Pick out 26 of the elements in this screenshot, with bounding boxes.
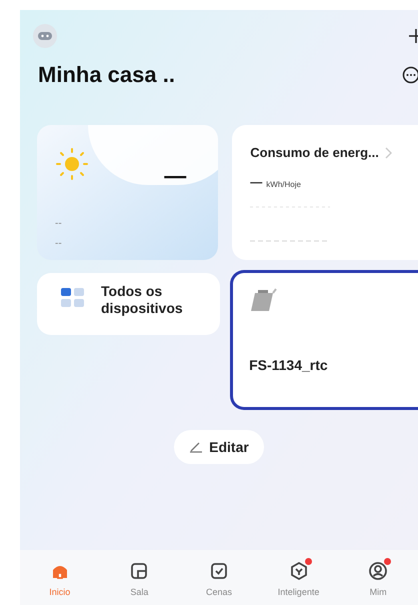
- all-devices-label: Todos os dispositivos: [101, 283, 184, 317]
- device-card[interactable]: FS-1134_rtc: [230, 270, 418, 410]
- robot-face-icon: [38, 32, 52, 40]
- energy-card[interactable]: Consumo de energ... — kWh/Hoje: [232, 125, 418, 260]
- sun-icon: [55, 147, 89, 181]
- chevron-right-icon: [384, 146, 392, 159]
- weather-detail: --: [55, 218, 62, 230]
- energy-title: Consumo de energ...: [250, 144, 379, 162]
- weather-detail: --: [55, 238, 62, 250]
- temperature: —: [164, 162, 186, 190]
- edit-button[interactable]: Editar: [174, 430, 264, 464]
- avatar[interactable]: [33, 24, 57, 48]
- all-devices-card[interactable]: Todos os dispositivos: [37, 273, 220, 335]
- user-icon: [368, 561, 388, 581]
- home-title[interactable]: Minha casa ..: [38, 58, 175, 91]
- energy-unit: kWh/Hoje: [266, 178, 301, 190]
- hexagon-icon: [288, 561, 309, 581]
- checkbox-icon: [208, 561, 229, 581]
- device-name: FS-1134_rtc: [249, 356, 329, 375]
- appliance-icon: [249, 287, 280, 313]
- grid-icon: [61, 288, 85, 308]
- square-icon: [129, 561, 150, 581]
- pencil-icon: [189, 441, 204, 453]
- more-icon[interactable]: [402, 66, 418, 84]
- weather-card[interactable]: — -- --: [37, 125, 218, 260]
- energy-value: —: [250, 174, 262, 190]
